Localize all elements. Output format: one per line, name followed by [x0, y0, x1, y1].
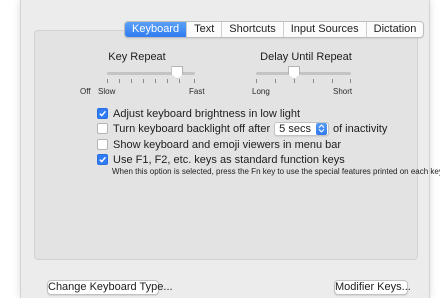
key-repeat-off-label: Off: [80, 87, 91, 96]
backlight-off-option[interactable]: Turn keyboard backlight off after 5 secs…: [97, 121, 387, 136]
delay-until-repeat-slider-knob[interactable]: [288, 66, 300, 79]
tab-shortcuts[interactable]: Shortcuts: [222, 22, 284, 37]
tab-dictation[interactable]: Dictation: [367, 22, 424, 37]
backlight-timeout-popup[interactable]: 5 secs: [274, 121, 329, 136]
checkmark-icon: [99, 156, 106, 163]
key-repeat-slow-label: Slow: [98, 87, 116, 96]
keyboard-preferences-window: Keyboard Text Shortcuts Input Sources Di…: [21, 0, 440, 298]
key-repeat-group: Key Repeat Off Slow Fast: [77, 51, 205, 97]
delay-until-repeat-track[interactable]: [256, 72, 351, 75]
delay-until-repeat-ticks: [256, 79, 351, 83]
show-viewers-label: Show keyboard and emoji viewers in menu …: [113, 138, 342, 151]
tab-keyboard[interactable]: Keyboard: [125, 22, 188, 37]
key-repeat-title: Key Repeat: [108, 51, 166, 63]
checkmark-icon: [99, 110, 106, 117]
delay-short-label: Short: [333, 87, 353, 96]
function-keys-option[interactable]: Use F1, F2, etc. keys as standard functi…: [97, 153, 345, 166]
key-repeat-fast-label: Fast: [189, 87, 205, 96]
backlight-off-checkbox[interactable]: [97, 123, 108, 134]
tab-input-sources[interactable]: Input Sources: [284, 22, 367, 37]
adjust-brightness-checkbox[interactable]: [97, 108, 108, 119]
up-down-arrows-icon: [315, 122, 327, 135]
delay-long-label: Long: [252, 87, 270, 96]
key-repeat-slider-knob[interactable]: [171, 66, 184, 79]
tab-text[interactable]: Text: [187, 22, 223, 37]
modifier-keys-button[interactable]: Modifier Keys...: [334, 280, 411, 295]
show-viewers-checkbox[interactable]: [97, 139, 108, 150]
delay-until-repeat-title: Delay Until Repeat: [260, 51, 352, 63]
function-keys-note: When this option is selected, press the …: [112, 167, 440, 176]
function-keys-checkbox[interactable]: [97, 154, 108, 165]
tab-bar: Keyboard Text Shortcuts Input Sources Di…: [124, 21, 425, 38]
change-keyboard-type-button[interactable]: Change Keyboard Type...: [47, 280, 173, 295]
backlight-off-label: Turn keyboard backlight off after: [113, 122, 271, 135]
show-viewers-option[interactable]: Show keyboard and emoji viewers in menu …: [97, 138, 341, 151]
key-repeat-ticks: [107, 79, 195, 83]
delay-until-repeat-group: Delay Until Repeat Long Short: [251, 51, 361, 97]
adjust-brightness-label: Adjust keyboard brightness in low light: [113, 107, 301, 120]
adjust-brightness-option[interactable]: Adjust keyboard brightness in low light: [97, 107, 300, 120]
backlight-timeout-value: 5 secs: [279, 122, 311, 135]
inactivity-label: of inactivity: [332, 122, 388, 135]
function-keys-label: Use F1, F2, etc. keys as standard functi…: [113, 153, 345, 166]
